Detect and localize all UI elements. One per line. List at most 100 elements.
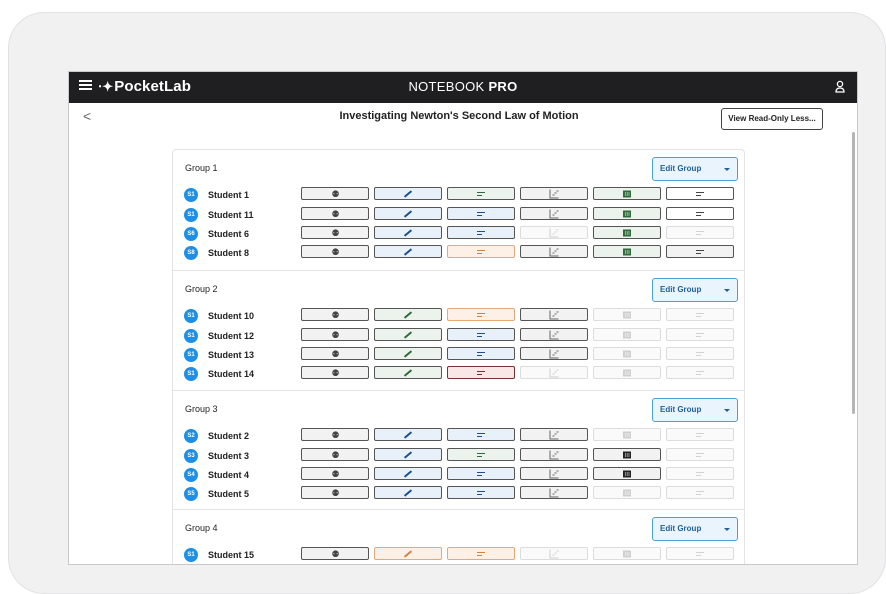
activity-cell[interactable] (666, 366, 734, 379)
activity-cell[interactable] (593, 486, 661, 499)
people-icon: ⚉ (331, 227, 339, 238)
activity-cell[interactable] (374, 347, 442, 360)
activity-cell[interactable]: ⚉ (301, 347, 369, 360)
activity-cell[interactable] (447, 347, 515, 360)
activity-cell[interactable] (374, 366, 442, 379)
activity-cell[interactable] (447, 308, 515, 321)
activity-cell[interactable] (447, 448, 515, 461)
edit-group-button[interactable]: Edit Group (652, 398, 738, 422)
activity-cell[interactable] (593, 467, 661, 480)
activity-cell[interactable] (666, 428, 734, 441)
activity-cell[interactable] (520, 366, 588, 379)
activity-cell[interactable] (447, 467, 515, 480)
student-name[interactable]: Student 12 (208, 331, 254, 341)
activity-cell[interactable] (593, 547, 661, 560)
activity-cell[interactable]: ⚉ (301, 308, 369, 321)
activity-cell[interactable] (374, 207, 442, 220)
activity-cell[interactable] (666, 308, 734, 321)
activity-cell[interactable] (447, 207, 515, 220)
activity-cell[interactable] (666, 486, 734, 499)
student-name[interactable]: Student 14 (208, 369, 254, 379)
student-name[interactable]: Student 6 (208, 229, 249, 239)
activity-cell[interactable] (447, 245, 515, 258)
student-name[interactable]: Student 2 (208, 431, 249, 441)
activity-cell[interactable] (520, 448, 588, 461)
activity-cell[interactable]: ⚉ (301, 207, 369, 220)
activity-cell[interactable] (593, 347, 661, 360)
student-name[interactable]: Student 15 (208, 550, 254, 560)
activity-cell[interactable] (666, 226, 734, 239)
student-name[interactable]: Student 3 (208, 451, 249, 461)
activity-cell[interactable] (666, 448, 734, 461)
activity-cell[interactable]: ⚉ (301, 428, 369, 441)
activity-cell[interactable] (520, 347, 588, 360)
student-name[interactable]: Student 10 (208, 311, 254, 321)
activity-cell[interactable] (374, 448, 442, 461)
activity-cell[interactable] (520, 547, 588, 560)
activity-cell[interactable] (593, 187, 661, 200)
activity-cell[interactable] (666, 547, 734, 560)
edit-group-button[interactable]: Edit Group (652, 517, 738, 541)
activity-cell[interactable] (666, 328, 734, 341)
activity-cell[interactable] (520, 486, 588, 499)
activity-cell[interactable] (520, 467, 588, 480)
activity-cell[interactable] (374, 226, 442, 239)
activity-cell[interactable] (666, 187, 734, 200)
activity-cell[interactable] (593, 328, 661, 341)
activity-cell[interactable] (520, 245, 588, 258)
activity-cell[interactable] (593, 448, 661, 461)
activity-cell[interactable] (374, 486, 442, 499)
activity-cell[interactable] (447, 486, 515, 499)
activity-cell[interactable]: ⚉ (301, 486, 369, 499)
activity-cell[interactable] (520, 187, 588, 200)
student-name[interactable]: Student 8 (208, 248, 249, 258)
activity-cell[interactable] (666, 347, 734, 360)
activity-cell[interactable] (374, 308, 442, 321)
activity-cell[interactable] (447, 547, 515, 560)
activity-cell[interactable]: ⚉ (301, 547, 369, 560)
activity-cell[interactable] (374, 547, 442, 560)
activity-cell[interactable] (593, 366, 661, 379)
student-name[interactable]: Student 5 (208, 489, 249, 499)
activity-cell[interactable]: ⚉ (301, 366, 369, 379)
vertical-scrollbar[interactable] (852, 132, 855, 414)
activity-cell[interactable] (374, 428, 442, 441)
activity-cell[interactable] (447, 428, 515, 441)
student-name[interactable]: Student 11 (208, 210, 254, 220)
activity-cell[interactable] (666, 245, 734, 258)
user-account-icon[interactable] (835, 80, 845, 94)
activity-cell[interactable] (593, 245, 661, 258)
student-name[interactable]: Student 1 (208, 190, 249, 200)
activity-cell[interactable] (374, 245, 442, 258)
activity-cell[interactable] (520, 328, 588, 341)
activity-cell[interactable] (666, 207, 734, 220)
edit-group-button[interactable]: Edit Group (652, 278, 738, 302)
activity-cell[interactable] (593, 308, 661, 321)
activity-cell[interactable] (666, 467, 734, 480)
activity-cell[interactable]: ⚉ (301, 448, 369, 461)
activity-cell[interactable] (447, 328, 515, 341)
activity-cell[interactable] (593, 226, 661, 239)
activity-cell[interactable]: ⚉ (301, 187, 369, 200)
activity-cell[interactable]: ⚉ (301, 467, 369, 480)
activity-cell[interactable] (447, 366, 515, 379)
activity-cell[interactable] (520, 207, 588, 220)
activity-cell[interactable]: ⚉ (301, 245, 369, 258)
text-lines-icon (696, 471, 704, 476)
student-name[interactable]: Student 13 (208, 350, 254, 360)
activity-cell[interactable] (447, 226, 515, 239)
activity-cell[interactable] (374, 467, 442, 480)
activity-cell[interactable] (593, 207, 661, 220)
edit-group-button[interactable]: Edit Group (652, 157, 738, 181)
activity-cell[interactable]: ⚉ (301, 226, 369, 239)
activity-cell[interactable] (520, 226, 588, 239)
view-read-only-lesson-button[interactable]: View Read-Only Less... (721, 108, 823, 130)
activity-cell[interactable]: ⚉ (301, 328, 369, 341)
activity-cell[interactable] (447, 187, 515, 200)
activity-cell[interactable] (374, 328, 442, 341)
activity-cell[interactable] (593, 428, 661, 441)
activity-cell[interactable] (520, 428, 588, 441)
activity-cell[interactable] (374, 187, 442, 200)
activity-cell[interactable] (520, 308, 588, 321)
student-name[interactable]: Student 4 (208, 470, 249, 480)
